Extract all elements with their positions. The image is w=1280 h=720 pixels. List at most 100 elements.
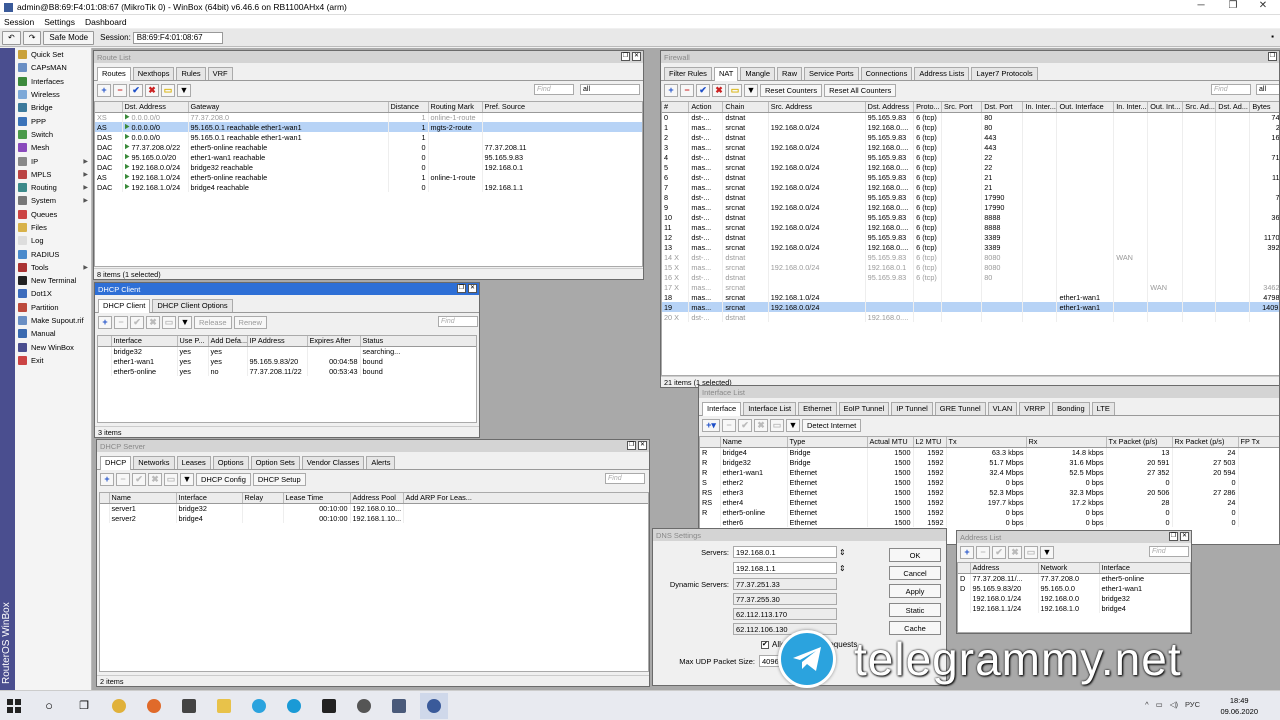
tab-service-ports[interactable]: Service Ports bbox=[804, 67, 859, 80]
column-header[interactable]: Dst. Port bbox=[981, 102, 1024, 113]
add-icon[interactable]: + bbox=[98, 315, 112, 329]
firewall-find-input[interactable]: Find bbox=[1211, 84, 1251, 95]
remove-icon[interactable]: − bbox=[113, 83, 127, 97]
taskbar-app-settings[interactable] bbox=[350, 693, 378, 719]
sidebar-item-new-terminal[interactable]: New Terminal bbox=[15, 274, 91, 287]
route-row[interactable]: AS 0.0.0.0/0 95.165.0.1 reachable ether1-w… bbox=[95, 122, 642, 132]
sidebar-item-ppp[interactable]: PPP bbox=[15, 114, 91, 127]
nat-rule-row[interactable]: 8 dst-... dstnat 95.165.9.83 6 (tcp) 17990 7.9… bbox=[662, 192, 1279, 202]
dhcp-client-row[interactable]: ether1-wan1 yes yes 95.165.9.83/20 00:04:58 b… bbox=[98, 356, 476, 366]
tab-networks[interactable]: Networks bbox=[133, 456, 175, 469]
tab-ip-tunnel[interactable]: IP Tunnel bbox=[891, 402, 933, 415]
nat-rule-row[interactable]: 1 mas... srcnat 192.168.0.0/24 192.168.0....… bbox=[662, 122, 1279, 132]
dhcp-setup-button[interactable]: DHCP Setup bbox=[252, 472, 306, 486]
column-header[interactable]: Out. Int... bbox=[1147, 102, 1184, 113]
tab-eoip-tunnel[interactable]: EoIP Tunnel bbox=[838, 402, 890, 415]
add-icon[interactable]: + bbox=[100, 472, 114, 486]
taskbar-app-telegram[interactable] bbox=[245, 693, 273, 719]
remove-icon[interactable]: − bbox=[114, 315, 128, 329]
sidebar-item-new-winbox[interactable]: New WinBox bbox=[15, 341, 91, 354]
route-row[interactable]: AS 192.168.1.0/24 ether5-online reachable 1… bbox=[95, 172, 642, 182]
nat-rule-row[interactable]: 13 mas... srcnat 192.168.0.0/24 192.168.0...… bbox=[662, 242, 1279, 252]
route-filter-select[interactable]: all bbox=[580, 84, 640, 95]
restore-icon[interactable]: ❐ bbox=[1268, 52, 1277, 61]
close-button[interactable]: ✕ bbox=[1248, 0, 1278, 11]
disable-icon[interactable]: ✖ bbox=[1008, 545, 1022, 559]
filter-icon[interactable]: ▼ bbox=[180, 472, 194, 486]
sidebar-item-mesh[interactable]: Mesh bbox=[15, 141, 91, 154]
sidebar-item-ip[interactable]: IP ▶ bbox=[15, 154, 91, 167]
comment-icon[interactable]: ▭ bbox=[162, 315, 176, 329]
add-icon[interactable]: + bbox=[960, 545, 974, 559]
interface-row[interactable]: Rbridge4 Bridge 1500 1592 63.3 kbps 14.8 kbps… bbox=[700, 447, 1279, 457]
interface-list-titlebar[interactable]: Interface List bbox=[699, 386, 1279, 398]
dhcp-client-row[interactable]: ether5-online yes no 77.37.208.11/22 00:53:4… bbox=[98, 366, 476, 376]
interface-row[interactable]: Rether1-wan1 Ethernet 1500 1592 32.4 Mbps 52.… bbox=[700, 467, 1279, 477]
restore-icon[interactable]: ❐ bbox=[1169, 532, 1178, 541]
column-header[interactable]: In. Inter... bbox=[1113, 102, 1149, 113]
start-button[interactable] bbox=[0, 693, 28, 719]
nat-rule-row[interactable]: 20 Xdst-...dstnat192.168.0....0 B bbox=[662, 312, 1279, 322]
remove-icon[interactable]: − bbox=[680, 83, 694, 97]
column-header[interactable]: Add ARP For Leas... bbox=[403, 493, 648, 504]
filter-icon[interactable]: ▼ bbox=[744, 83, 758, 97]
spin-icon[interactable]: ⇕ bbox=[839, 548, 846, 557]
tab-raw[interactable]: Raw bbox=[777, 67, 803, 80]
column-header[interactable]: Rx Packet (p/s) bbox=[1172, 437, 1239, 448]
address-row[interactable]: 192.168.0.1/24 192.168.0.0 bridge32 bbox=[958, 593, 1190, 603]
comment-icon[interactable]: ▭ bbox=[1024, 545, 1038, 559]
column-header[interactable]: Use P... bbox=[177, 336, 209, 347]
column-header[interactable]: Add Defa... bbox=[208, 336, 248, 347]
close-icon[interactable]: ✕ bbox=[632, 52, 641, 61]
menu-session[interactable]: Session bbox=[4, 17, 34, 27]
filter-icon[interactable]: ▼ bbox=[177, 83, 191, 97]
dhcp-config-button[interactable]: DHCP Config bbox=[196, 472, 251, 486]
reset-counters-button[interactable]: Reset Counters bbox=[760, 83, 823, 97]
column-header[interactable]: Actual MTU bbox=[867, 437, 914, 448]
taskbar-app-firefox[interactable] bbox=[140, 693, 168, 719]
nat-rule-row[interactable]: 14 X dst-... dstnat 95.165.9.83 6 (tcp) 8080 W… bbox=[662, 252, 1279, 262]
column-header[interactable]: Rx bbox=[1026, 437, 1107, 448]
column-header[interactable]: Address Pool bbox=[350, 493, 404, 504]
address-find-input[interactable]: Find bbox=[1149, 546, 1189, 557]
enable-icon[interactable]: ✔ bbox=[129, 83, 143, 97]
static-button[interactable]: Static bbox=[889, 603, 941, 617]
nat-rule-row[interactable]: 16 Xdst-...dstnat95.165.9.836 (tcp)800 B bbox=[662, 272, 1279, 282]
sidebar-item-partition[interactable]: Partition bbox=[15, 301, 91, 314]
comment-icon[interactable]: ▭ bbox=[770, 418, 784, 432]
sidebar-item-quick-set[interactable]: Quick Set bbox=[15, 48, 91, 61]
route-row[interactable]: DAC 95.165.0.0/20 ether1-wan1 reachable 0 95… bbox=[95, 152, 642, 162]
add-icon[interactable]: + bbox=[97, 83, 111, 97]
column-header[interactable] bbox=[958, 563, 971, 574]
route-row[interactable]: XS 0.0.0.0/0 77.37.208.0 1 online-1-route bbox=[95, 112, 642, 122]
nat-rule-row[interactable]: 19 mas... srcnat 192.168.0.0/24 ether1-wan1 1… bbox=[662, 302, 1279, 312]
close-icon[interactable]: ✕ bbox=[1180, 532, 1189, 541]
column-header[interactable]: Name bbox=[109, 493, 177, 504]
column-header[interactable]: # bbox=[662, 102, 690, 113]
dhcp-server-row[interactable]: server2 bridge4 00:10:00 192.168.1.10... bbox=[100, 513, 648, 523]
tab-interface-list[interactable]: Interface List bbox=[743, 402, 797, 415]
network-icon[interactable]: ▭ bbox=[1156, 700, 1163, 709]
column-header[interactable]: Pref. Source bbox=[482, 102, 642, 113]
column-header[interactable]: Routing Mark bbox=[428, 102, 483, 113]
tab-option-sets[interactable]: Option Sets bbox=[250, 456, 300, 469]
sidebar-item-radius[interactable]: RADIUS bbox=[15, 247, 91, 260]
taskbar-app-calculator[interactable] bbox=[175, 693, 203, 719]
comment-icon[interactable]: ▭ bbox=[728, 83, 742, 97]
column-header[interactable] bbox=[95, 102, 123, 113]
tab-vendor-classes[interactable]: Vendor Classes bbox=[301, 456, 365, 469]
sidebar-item-switch[interactable]: Switch bbox=[15, 128, 91, 141]
task-view-button[interactable]: ❐ bbox=[70, 693, 98, 719]
column-header[interactable]: Type bbox=[787, 437, 868, 448]
release-button[interactable]: Release bbox=[194, 315, 232, 329]
interface-row[interactable]: RS ether4 Ethernet 1500 1592 197.7 kbps 17.2 k… bbox=[700, 497, 1279, 507]
add-icon[interactable]: +▾ bbox=[702, 418, 720, 432]
detect-internet-button[interactable]: Detect Internet bbox=[802, 418, 862, 432]
nat-rule-row[interactable]: 11 mas... srcnat 192.168.0.0/24 192.168.0...… bbox=[662, 222, 1279, 232]
tab-leases[interactable]: Leases bbox=[176, 456, 211, 469]
undo-button[interactable]: ↶ bbox=[2, 30, 21, 45]
enable-icon[interactable]: ✔ bbox=[130, 315, 144, 329]
maximize-button[interactable]: ❐ bbox=[1218, 0, 1248, 11]
column-header[interactable]: L2 MTU bbox=[913, 437, 947, 448]
column-header[interactable]: Src. Ad... bbox=[1182, 102, 1217, 113]
